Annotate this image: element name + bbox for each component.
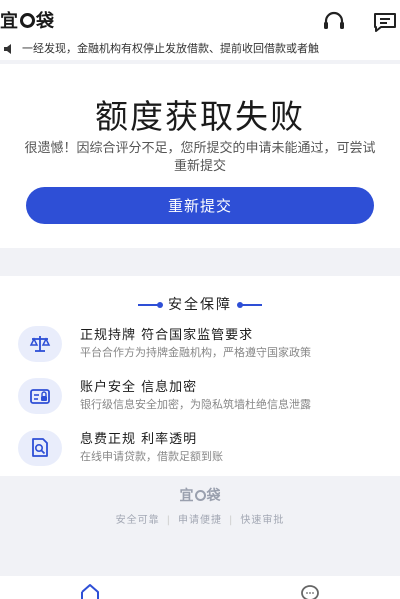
document-search-icon	[32, 438, 48, 457]
chat-icon[interactable]	[299, 583, 321, 599]
resubmit-button[interactable]: 重新提交	[26, 187, 374, 224]
headset-icon[interactable]	[321, 11, 347, 33]
feature-item-account-security: 账户安全 信息加密 银行级信息安全加密，为隐私筑墙杜绝信息泄露	[18, 376, 400, 422]
message-icon[interactable]	[372, 11, 398, 33]
result-title: 额度获取失败	[95, 97, 305, 136]
lock-card-icon-wrap	[18, 378, 62, 414]
app-header: 宜袋	[0, 0, 400, 38]
footer-tag: 安全可靠	[115, 515, 160, 526]
feature-item-transparent-rates: 息费正规 利率透明 在线申请贷款，借款足额到账	[18, 428, 400, 474]
heading-decor-right	[237, 302, 262, 308]
tag-separator: |	[166, 515, 171, 526]
security-heading-text: 安全保障	[168, 297, 232, 313]
footer-tags: 安全可靠 | 申请便捷 | 快速审批	[0, 511, 400, 526]
security-card: 安全保障 正规持牌 符合国家监管要求 平台合作方为持牌金融机构，严格遵守国家政策	[0, 276, 400, 476]
scale-icon-wrap	[18, 326, 62, 362]
footer-tag: 申请便捷	[178, 515, 222, 526]
heading-decor-left	[138, 302, 163, 308]
scale-icon	[29, 336, 51, 352]
home-icon[interactable]	[79, 583, 101, 599]
bottom-tabbar	[0, 576, 400, 599]
feature-title: 正规持牌 符合国家监管要求	[80, 328, 254, 343]
feature-desc: 平台合作方为持牌金融机构，严格遵守国家政策	[80, 346, 311, 359]
notice-bar: 一经发现，金融机构有权停止发放借款、提前收回借款或者触	[0, 38, 400, 60]
feature-item-licensed: 正规持牌 符合国家监管要求 平台合作方为持牌金融机构，严格遵守国家政策	[18, 324, 400, 370]
feature-desc: 银行级信息安全加密，为隐私筑墙杜绝信息泄露	[80, 398, 311, 411]
speaker-icon	[4, 44, 11, 54]
feature-title: 账户安全 信息加密	[80, 380, 198, 395]
footer-brand: 宜袋 安全可靠 | 申请便捷 | 快速审批	[0, 485, 400, 535]
document-search-icon-wrap	[18, 430, 62, 466]
logo-text-left: 宜	[0, 11, 19, 32]
lock-card-icon	[30, 389, 50, 404]
feature-desc: 在线申请贷款，借款足额到账	[80, 450, 223, 463]
security-heading: 安全保障	[0, 294, 400, 314]
footer-logo-circle	[194, 489, 206, 501]
logo-circle	[20, 12, 35, 28]
footer-logo-left: 宜	[179, 488, 194, 504]
footer-logo: 宜袋	[180, 485, 221, 505]
app-logo: 宜袋	[0, 9, 55, 32]
result-card: 额度获取失败 很遗憾！因综合评分不足，您所提交的申请未能通过，可尝试重新提交 重…	[0, 64, 400, 248]
result-message: 很遗憾！因综合评分不足，您所提交的申请未能通过，可尝试重新提交	[24, 141, 376, 174]
notice-text: 一经发现，金融机构有权停止发放借款、提前收回借款或者触	[22, 42, 319, 55]
feature-title: 息费正规 利率透明	[80, 432, 198, 447]
footer-logo-right: 袋	[206, 488, 221, 504]
footer-tag: 快速审批	[240, 515, 285, 526]
tag-separator: |	[229, 515, 234, 526]
logo-text-right: 袋	[36, 11, 55, 32]
